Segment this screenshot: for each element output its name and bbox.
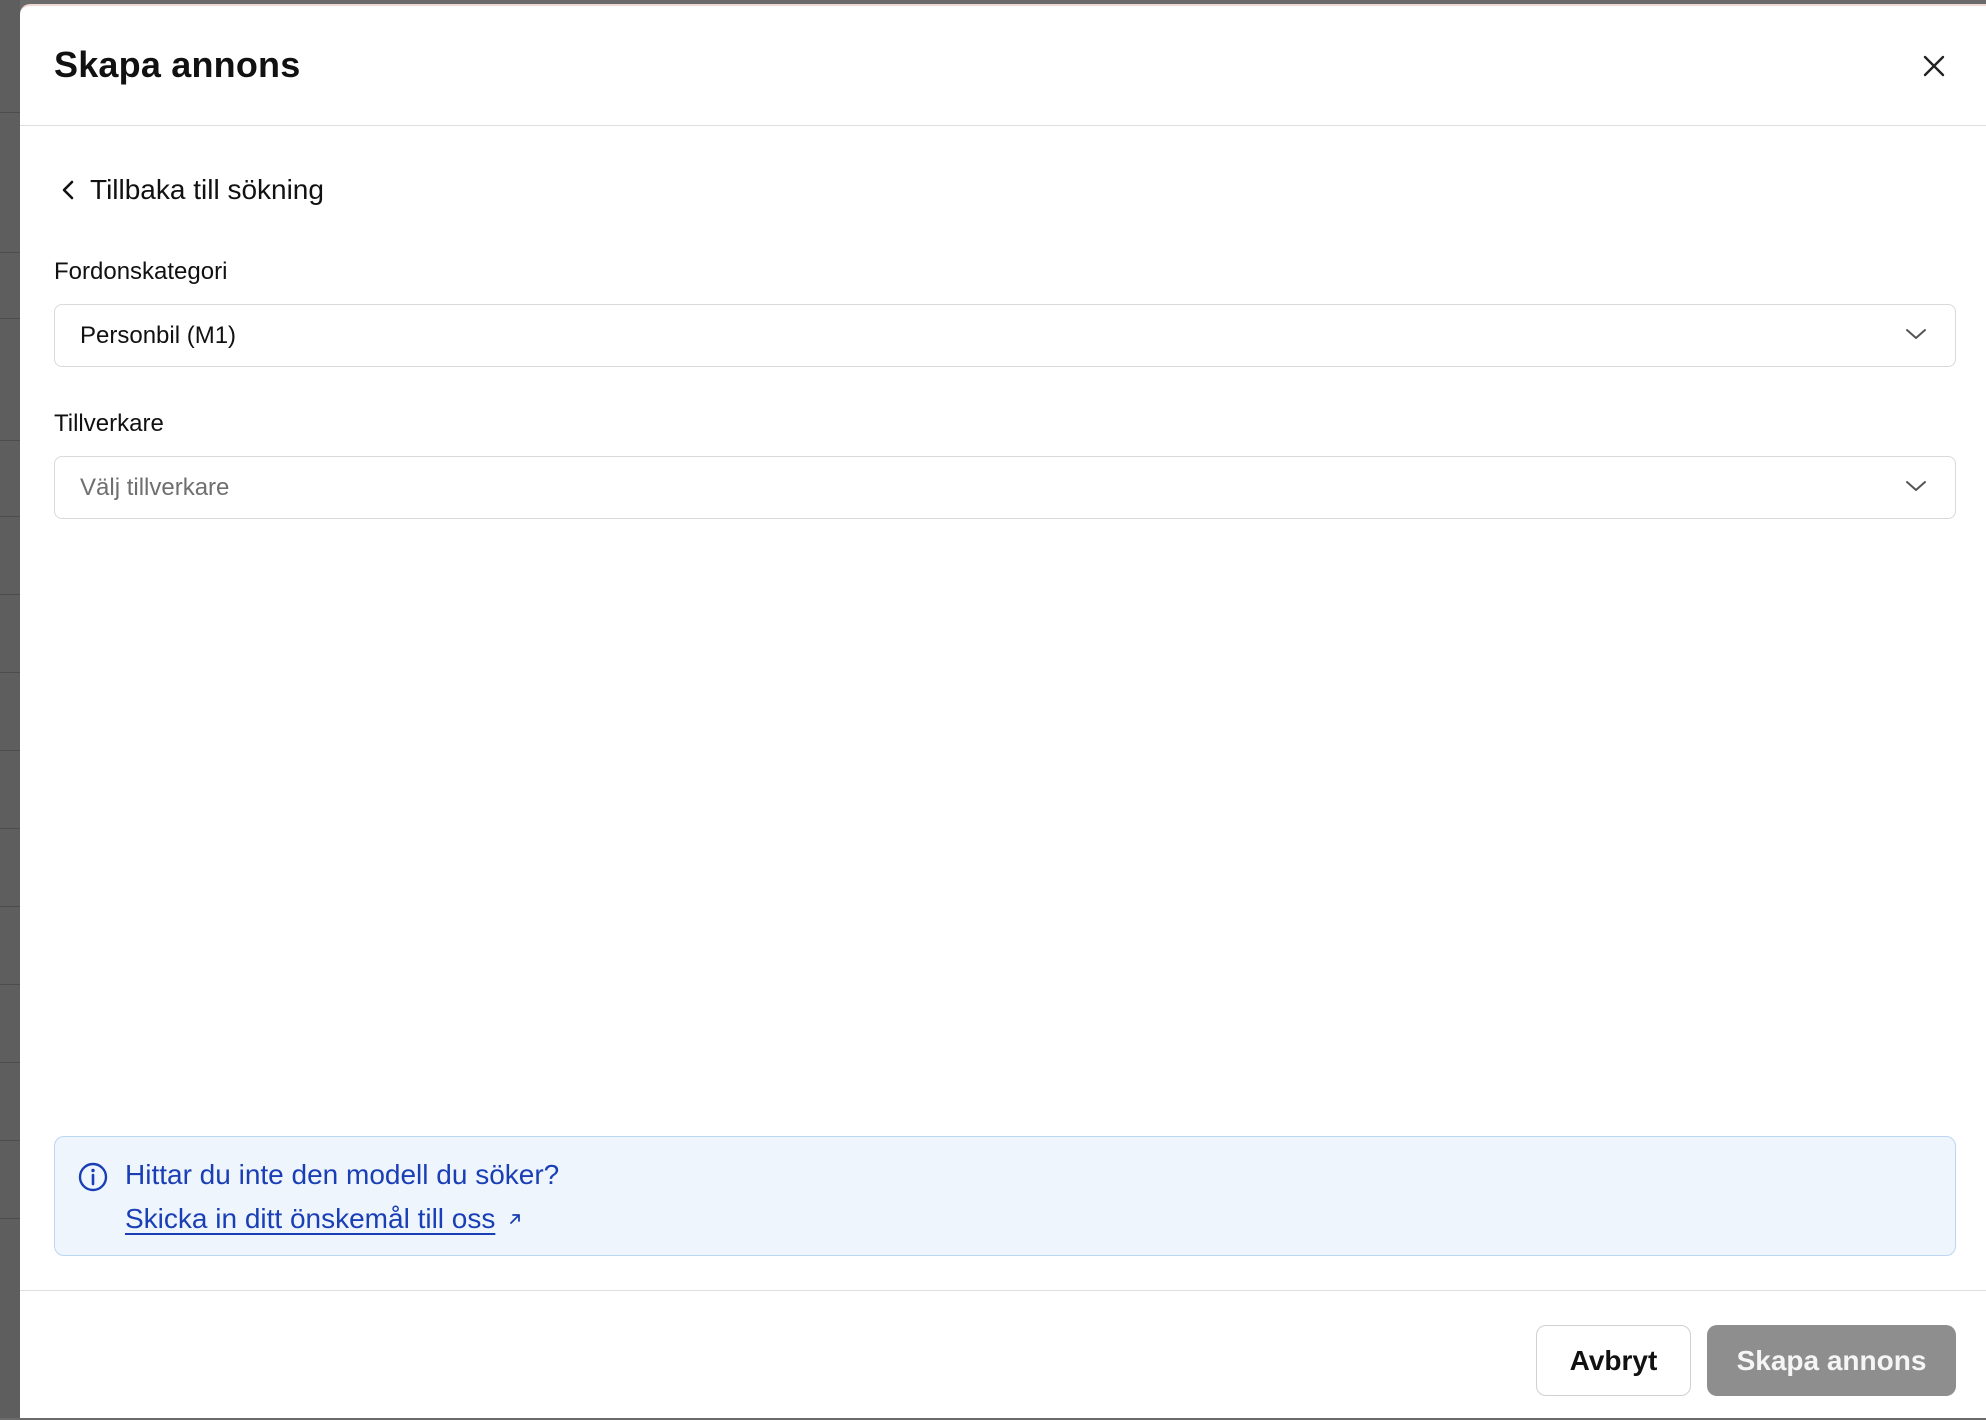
back-to-search-link[interactable]: Tillbaka till sökning xyxy=(60,174,324,206)
chevron-down-icon xyxy=(1906,481,1926,491)
background-divider xyxy=(0,750,20,751)
background-divider xyxy=(0,906,20,907)
create-ad-button[interactable]: Skapa annons xyxy=(1707,1325,1956,1396)
category-select-value: Personbil (M1) xyxy=(80,321,237,349)
submit-request-link[interactable]: Skicka in ditt önskemål till oss xyxy=(125,1203,523,1235)
chevron-left-icon xyxy=(62,180,74,200)
close-icon xyxy=(1923,55,1945,77)
create-ad-dialog: Skapa annons Tillbaka till sökning Fordo… xyxy=(20,4,1986,1418)
background-divider xyxy=(0,594,20,595)
chevron-down-icon xyxy=(1906,329,1926,339)
background-divider xyxy=(0,516,20,517)
manufacturer-select[interactable]: Välj tillverkare xyxy=(54,456,1956,519)
external-link-icon xyxy=(510,1214,521,1224)
background-divider xyxy=(0,1062,20,1063)
dialog-header: Skapa annons xyxy=(20,6,1986,126)
manufacturer-label: Tillverkare xyxy=(54,410,164,437)
background-page xyxy=(0,0,20,1418)
background-divider xyxy=(0,672,20,673)
info-icon xyxy=(78,1162,108,1192)
background-divider xyxy=(0,440,20,441)
background-divider xyxy=(0,1140,20,1141)
back-link-label: Tillbaka till sökning xyxy=(90,174,324,205)
model-missing-notice: Hittar du inte den modell du söker? Skic… xyxy=(54,1136,1956,1256)
notice-title: Hittar du inte den modell du söker? xyxy=(125,1159,560,1190)
manufacturer-select-placeholder: Välj tillverkare xyxy=(80,473,230,501)
background-divider xyxy=(0,112,20,113)
submit-request-link-label: Skicka in ditt önskemål till oss xyxy=(125,1203,496,1234)
dialog-footer: Avbryt Skapa annons xyxy=(20,1290,1986,1420)
close-button[interactable] xyxy=(1916,48,1952,84)
dialog-title: Skapa annons xyxy=(54,44,301,85)
background-divider xyxy=(0,318,20,319)
background-divider xyxy=(0,252,20,253)
background-divider xyxy=(0,984,20,985)
category-label: Fordonskategori xyxy=(54,258,228,285)
background-divider xyxy=(0,1218,20,1219)
cancel-button[interactable]: Avbryt xyxy=(1536,1325,1691,1396)
category-select[interactable]: Personbil (M1) xyxy=(54,304,1956,367)
background-divider xyxy=(0,828,20,829)
